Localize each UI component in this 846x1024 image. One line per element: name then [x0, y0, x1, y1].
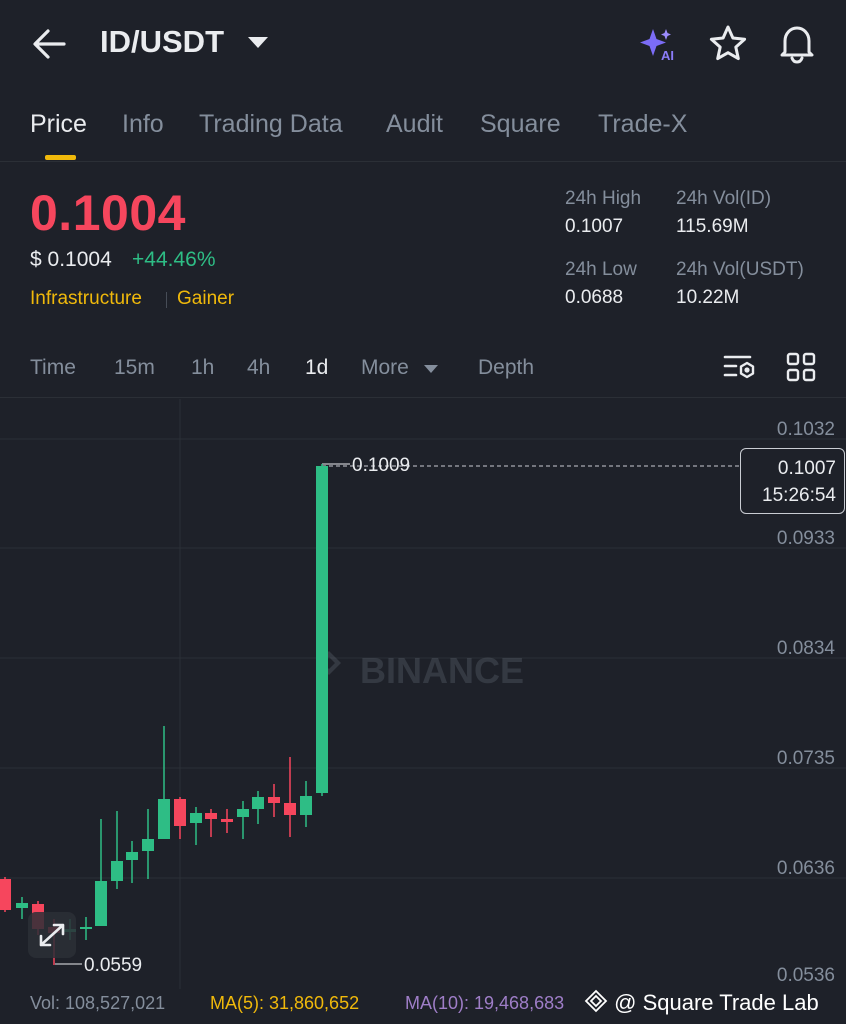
binance-diamond-icon	[584, 989, 608, 1013]
tag-divider	[166, 292, 167, 308]
candle-down	[268, 797, 280, 803]
ma10-label: MA(10): 19,468,683	[405, 993, 565, 1013]
interval-time[interactable]: Time	[30, 356, 76, 380]
stat-low-value: 0.0688	[565, 287, 624, 308]
ma5-label: MA(5): 31,860,652	[210, 993, 360, 1013]
candle-up	[80, 927, 92, 929]
tag-gainer[interactable]: Gainer	[177, 288, 234, 310]
layout-grid-icon[interactable]	[786, 352, 816, 382]
ai-label: AI	[661, 48, 674, 63]
fullscreen-button[interactable]	[28, 912, 76, 958]
credit-text: @ Square Trade Lab	[614, 990, 819, 1015]
stat-high-value: 0.1007	[565, 216, 624, 237]
candle-up	[316, 466, 328, 793]
watermark-credit: @ Square Trade Lab	[584, 989, 819, 1016]
tab-audit[interactable]: Audit	[386, 110, 443, 139]
candle-up	[158, 799, 170, 839]
tab-square[interactable]: Square	[480, 110, 561, 139]
header: ID/USDT AI	[0, 0, 846, 88]
stat-vol-id-label: 24h Vol(ID)	[676, 188, 772, 209]
y-axis-label: 0.1032	[777, 419, 835, 440]
more-chevron-icon[interactable]	[424, 365, 438, 373]
y-axis-label: 0.0834	[777, 638, 836, 659]
watermark-text: BINANCE	[360, 650, 524, 691]
high-marker-label: 0.1009	[352, 455, 410, 476]
chart-gridlines	[0, 399, 846, 989]
tab-info[interactable]: Info	[122, 110, 164, 139]
star-icon[interactable]	[708, 24, 748, 64]
expand-arrows-icon	[39, 923, 65, 947]
candle-down	[221, 819, 233, 822]
chevron-down-icon[interactable]	[248, 37, 268, 48]
stat-vol-usdt-value: 10.22M	[676, 287, 740, 308]
tab-trading-data[interactable]: Trading Data	[199, 110, 343, 139]
candle-down	[0, 879, 11, 910]
candle-up	[252, 797, 264, 809]
active-tab-indicator	[45, 155, 76, 160]
interval-1h[interactable]: 1h	[191, 356, 214, 380]
y-axis-label: 0.0735	[777, 748, 835, 769]
y-axis-label: 0.0536	[777, 965, 835, 986]
candle-up	[142, 839, 154, 851]
candles	[0, 464, 328, 965]
tab-trade-x[interactable]: Trade-X	[598, 110, 687, 139]
low-marker-label: 0.0559	[84, 955, 142, 976]
usd-price: $ 0.1004	[30, 248, 112, 271]
candlestick-chart[interactable]: BINANCE 0.1032 0.0933 0.0834 0.0735 0.06…	[0, 399, 846, 989]
price-change: +44.46%	[132, 248, 216, 271]
volume-label: Vol: 108,527,021	[30, 993, 166, 1013]
ai-sparkle-icon[interactable]: AI	[636, 26, 680, 64]
tab-price[interactable]: Price	[30, 110, 87, 139]
chart-settings-icon[interactable]	[722, 352, 758, 384]
tab-bar: Price Info Trading Data Audit Square Tra…	[0, 96, 846, 162]
stat-high-label: 24h High	[565, 188, 642, 209]
last-price: 0.1004	[30, 185, 186, 241]
candle-down	[205, 813, 217, 819]
candle-up	[95, 881, 107, 926]
candle-up	[16, 903, 28, 908]
binance-watermark: BINANCE	[317, 650, 524, 691]
candle-up	[237, 809, 249, 817]
current-price-tag: 0.1007 15:26:54	[740, 448, 845, 514]
stat-vol-usdt-label: 24h Vol(USDT)	[676, 259, 804, 280]
stat-low-label: 24h Low	[565, 259, 637, 280]
candle-up	[111, 861, 123, 881]
y-axis-label: 0.0933	[777, 528, 835, 549]
pair-title[interactable]: ID/USDT	[100, 24, 224, 60]
indicator-footer: Vol: 108,527,021 MA(5): 31,860,652 MA(10…	[0, 989, 846, 1024]
chart-canvas: BINANCE 0.1032 0.0933 0.0834 0.0735 0.06…	[0, 399, 846, 989]
tag-infrastructure[interactable]: Infrastructure	[30, 288, 142, 310]
candle-up	[190, 813, 202, 823]
interval-depth[interactable]: Depth	[478, 356, 534, 380]
candle-countdown: 15:26:54	[762, 485, 836, 506]
interval-more[interactable]: More	[361, 356, 409, 380]
candle-down	[174, 799, 186, 826]
candle-up	[300, 796, 312, 815]
interval-bar: Time 15m 1h 4h 1d More Depth	[0, 340, 846, 398]
candle-up	[126, 852, 138, 860]
stat-vol-id-value: 115.69M	[676, 216, 749, 237]
back-arrow-icon[interactable]	[28, 26, 70, 62]
interval-1d[interactable]: 1d	[305, 356, 328, 380]
y-axis-label: 0.0636	[777, 858, 835, 879]
candle-down	[284, 803, 296, 815]
interval-15m[interactable]: 15m	[114, 356, 155, 380]
current-price-value: 0.1007	[777, 458, 836, 479]
interval-4h[interactable]: 4h	[247, 356, 270, 380]
bell-icon[interactable]	[776, 22, 818, 64]
